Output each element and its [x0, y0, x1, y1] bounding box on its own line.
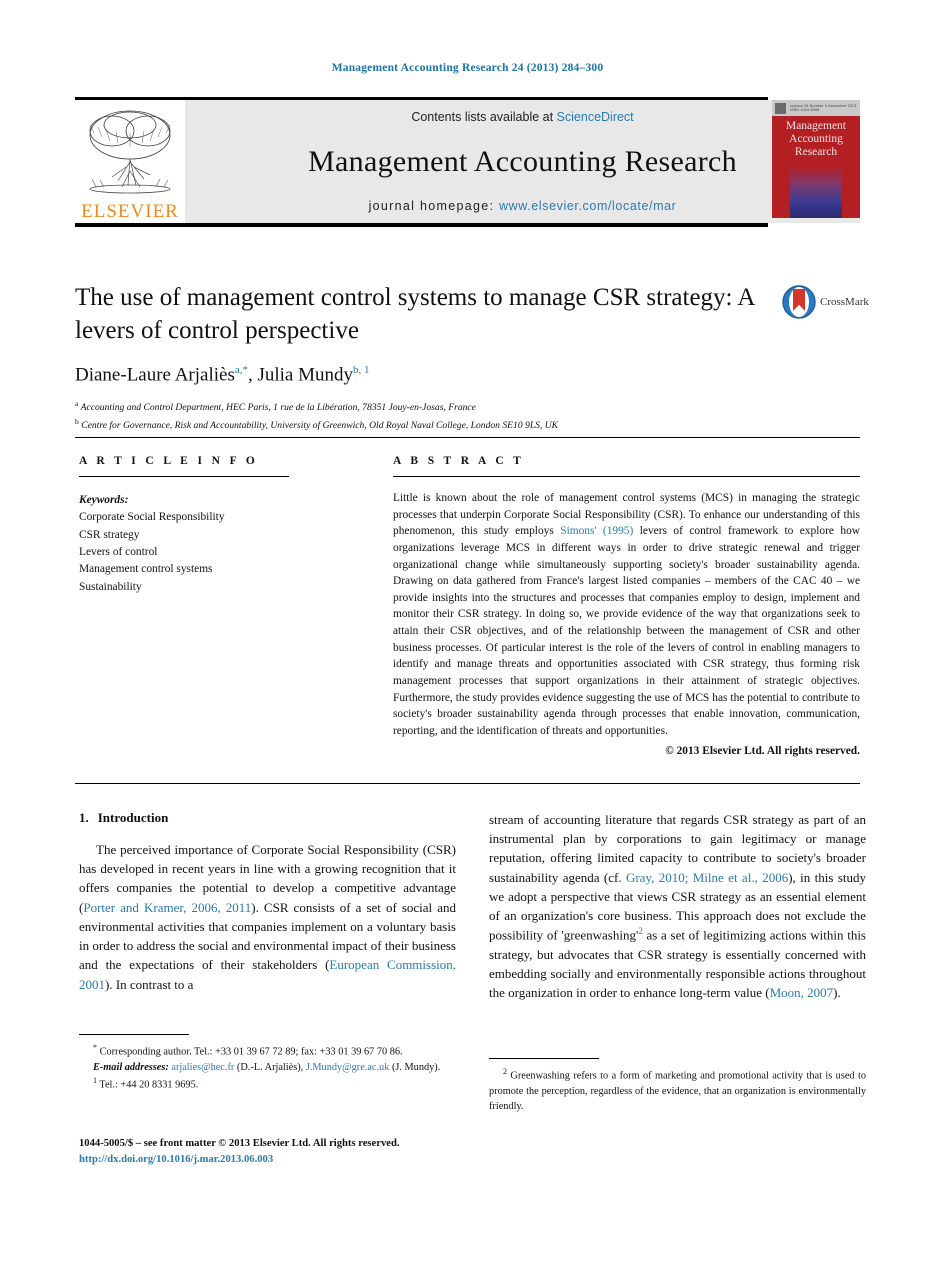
affiliation-a-mark: a	[75, 399, 79, 409]
affiliation-b: b Centre for Governance, Risk and Accoun…	[75, 416, 775, 434]
keyword-item: Corporate Social Responsibility	[79, 511, 225, 524]
abstract-citation-simons[interactable]: Simons' (1995)	[560, 525, 633, 537]
email-link-arjalies[interactable]: arjalies@hec.fr	[171, 1062, 234, 1073]
footnote-mark-2: 2	[503, 1067, 507, 1076]
section-number: 1.	[79, 810, 89, 825]
paragraph-intro-right: stream of accounting literature that reg…	[489, 810, 866, 1003]
section-heading-introduction: 1. Introduction	[79, 810, 456, 826]
author-name-2: Julia Mundy	[257, 364, 354, 386]
footnotes-right: 2 Greenwashing refers to a form of marke…	[489, 1058, 866, 1115]
footnote-corresponding-author: * Corresponding author. Tel.: +33 01 39 …	[79, 1042, 456, 1060]
footnote-mark-star: *	[93, 1043, 97, 1052]
journal-cover-thumbnail: volume 24 Number 4 December 2013 ISSN 10…	[772, 100, 860, 218]
cover-header-text: volume 24 Number 4 December 2013 ISSN 10…	[790, 104, 857, 112]
email-owner-2: (J. Mundy).	[391, 1061, 441, 1073]
banner-body: ELSEVIER Contents lists available at Sci…	[75, 100, 860, 223]
title-block: The use of management control systems to…	[75, 282, 775, 433]
homepage-url[interactable]: www.elsevier.com/locate/mar	[499, 199, 676, 213]
author-name-1: Diane-Laure Arjaliès	[75, 364, 235, 386]
intro-text-3: ). In contrast to a	[105, 976, 194, 992]
affiliation-list: a Accounting and Control Department, HEC…	[75, 398, 775, 433]
cover-title: Management Accounting Research	[772, 116, 860, 159]
intro-right-text-4: ).	[833, 985, 841, 1001]
keyword-item: CSR strategy	[79, 528, 140, 541]
body-column-right: stream of accounting literature that reg…	[489, 810, 866, 1003]
article-info-heading: A R T I C L E I N F O	[79, 455, 259, 467]
email-link-mundy[interactable]: J.Mundy@gre.ac.uk	[306, 1062, 390, 1073]
journal-homepage-line: journal homepage: www.elsevier.com/locat…	[369, 199, 677, 213]
abstract-heading: A B S T R A C T	[393, 455, 525, 467]
issn-copyright-line: 1044-5005/$ – see front matter © 2013 El…	[79, 1138, 400, 1149]
paragraph-intro-left: The perceived importance of Corporate So…	[79, 840, 456, 994]
footnote-separator-rule	[79, 1034, 189, 1035]
abstract-bottom-rule	[75, 783, 860, 784]
footnote-corresponding-text: Corresponding author. Tel.: +33 01 39 67…	[99, 1046, 403, 1058]
running-head: Management Accounting Research 24 (2013)…	[331, 62, 604, 74]
footnote-greenwashing-text: Greenwashing refers to a form of marketi…	[489, 1070, 866, 1113]
affiliation-a-text: Accounting and Control Department, HEC P…	[80, 402, 476, 414]
banner-bottom-rule	[75, 223, 768, 227]
cover-title-line-2: Accounting	[789, 132, 843, 145]
sciencedirect-link[interactable]: ScienceDirect	[557, 110, 634, 124]
section-title-text: Introduction	[97, 810, 169, 825]
abstract-rule	[393, 476, 860, 477]
article-info-column: A R T I C L E I N F O Keywords: Corporat…	[79, 455, 369, 596]
journal-title: Management Accounting Research	[308, 144, 737, 178]
footnote-separator-rule-right	[489, 1058, 599, 1059]
journal-banner: ELSEVIER Contents lists available at Sci…	[75, 97, 860, 227]
cover-gradient-graphic	[790, 165, 842, 218]
keyword-item: Management control systems	[79, 563, 213, 576]
email-label: E-mail addresses:	[93, 1061, 169, 1073]
contents-list-line: Contents lists available at ScienceDirec…	[411, 110, 633, 124]
abstract-copyright: © 2013 Elsevier Ltd. All rights reserved…	[665, 744, 860, 757]
author-list: Diane-Laure Arjalièsa,*, Julia Mundyb, 1	[75, 364, 775, 386]
crossmark-icon[interactable]	[782, 285, 816, 319]
email-owner-1: (D.-L. Arjaliès),	[236, 1061, 304, 1073]
banner-center: Contents lists available at ScienceDirec…	[185, 100, 860, 223]
crossmark-badge[interactable]: CrossMark	[782, 285, 869, 319]
abstract-column: A B S T R A C T Little is known about th…	[393, 455, 860, 757]
info-top-rule	[75, 437, 860, 438]
affiliation-a: a Accounting and Control Department, HEC…	[75, 398, 775, 416]
article-page: Management Accounting Research 24 (2013)…	[0, 0, 935, 1266]
footnote-telephone: 1 Tel.: +44 20 8331 9695.	[79, 1075, 456, 1093]
doi-link[interactable]: http://dx.doi.org/10.1016/j.mar.2013.06.…	[79, 1154, 273, 1165]
footnote-mark-1: 1	[93, 1076, 97, 1086]
keyword-item: Sustainability	[79, 580, 142, 593]
keywords-block: Keywords: Corporate Social Responsibilit…	[79, 492, 369, 596]
citation-gray-milne[interactable]: Gray, 2010; Milne et al., 2006	[626, 870, 788, 885]
abstract-text: Little is known about the role of manage…	[393, 490, 860, 740]
elsevier-tree-icon	[89, 110, 171, 194]
affiliation-b-mark: b	[75, 416, 79, 426]
footnote-email-addresses: E-mail addresses: arjalies@hec.fr (D.-L.…	[79, 1060, 456, 1075]
affiliation-b-text: Centre for Governance, Risk and Accounta…	[81, 420, 559, 432]
cover-publisher-mark-icon	[775, 102, 786, 114]
contents-prefix: Contents lists available at	[411, 110, 557, 124]
cover-header-strip: volume 24 Number 4 December 2013 ISSN 10…	[772, 100, 860, 116]
crossmark-label: CrossMark	[820, 296, 869, 308]
elsevier-wordmark: ELSEVIER	[81, 201, 179, 222]
cover-title-line-3: Research	[794, 145, 838, 158]
page-title: The use of management control systems to…	[75, 284, 755, 344]
elsevier-logo: ELSEVIER	[75, 100, 185, 223]
footnote-greenwashing: 2 Greenwashing refers to a form of marke…	[489, 1066, 866, 1115]
citation-moon[interactable]: Moon, 2007	[770, 985, 834, 1000]
cover-title-line-1: Management	[785, 120, 847, 132]
author-1-corresponding-mark[interactable]: ,*	[240, 364, 248, 376]
article-info-rule	[79, 476, 289, 477]
keyword-item: Levers of control	[79, 545, 158, 558]
imprint-block: 1044-5005/$ – see front matter © 2013 El…	[79, 1136, 479, 1169]
footnote-telephone-text: Tel.: +44 20 8331 9695.	[99, 1079, 199, 1091]
author-2-affiliation-mark: b, 1	[353, 364, 370, 376]
abstract-part-2: levers of control framework to explore h…	[393, 525, 860, 737]
keywords-heading: Keywords:	[79, 494, 129, 506]
body-column-left: 1. Introduction The perceived importance …	[79, 810, 456, 994]
homepage-label: journal homepage:	[368, 199, 495, 213]
citation-porter-kramer[interactable]: Porter and Kramer, 2006, 2011	[83, 900, 251, 915]
footnotes-left: * Corresponding author. Tel.: +33 01 39 …	[79, 1034, 456, 1093]
